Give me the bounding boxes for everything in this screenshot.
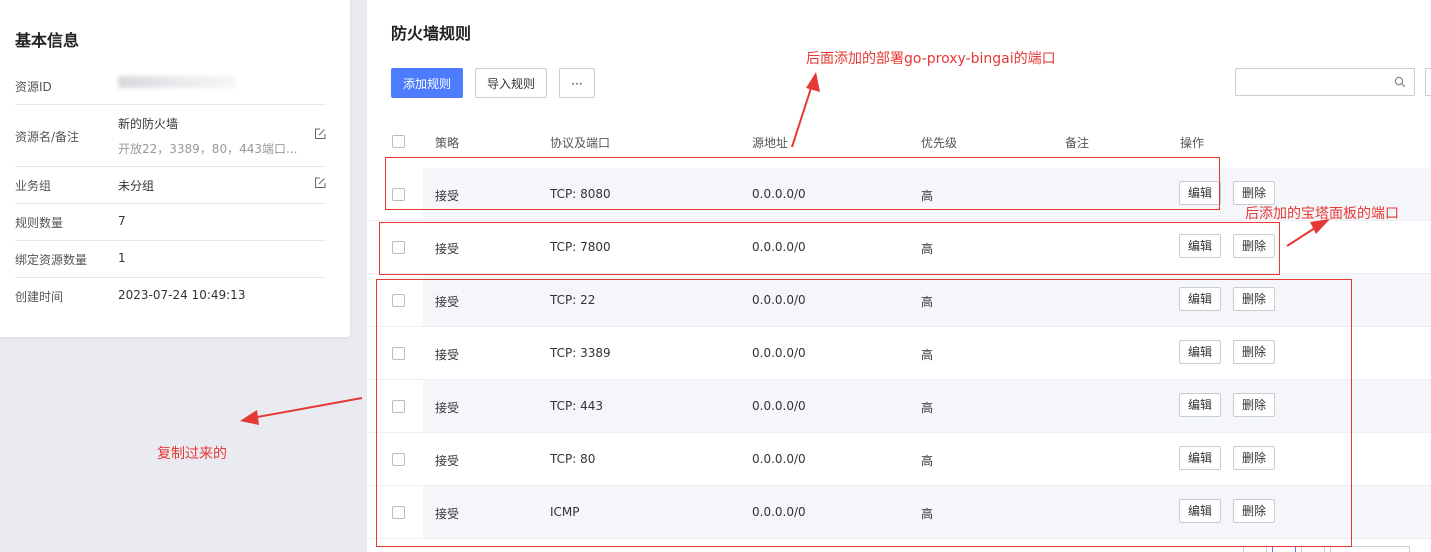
resource-id-blurred	[118, 76, 236, 88]
column-header-source: 源地址	[752, 136, 789, 150]
column-header-actions: 操作	[1180, 136, 1205, 150]
info-row-bound-resources: 绑定资源数量 1	[15, 240, 326, 278]
info-value: 新的防火墙	[118, 117, 179, 131]
firewall-rules-title: 防火墙规则	[391, 24, 472, 43]
info-key: 资源名/备注	[15, 130, 80, 144]
info-key: 创建时间	[15, 290, 64, 304]
search-input[interactable]	[1235, 68, 1415, 96]
info-row-resource-name: 资源名/备注 新的防火墙 开放22，3389，80，443端口...	[15, 104, 326, 167]
info-key: 绑定资源数量	[15, 253, 88, 267]
annotation-box-new-panel-port	[379, 222, 1280, 275]
annotation-arrow-left	[240, 397, 363, 425]
info-value: 2023-07-24 10:49:13	[118, 288, 246, 302]
column-header-policy: 策略	[435, 136, 460, 150]
delete-button[interactable]: 删除	[1233, 181, 1275, 205]
info-sub-value: 开放22，3389，80，443端口...	[118, 142, 298, 156]
info-row-rule-count: 规则数量 7	[15, 203, 326, 241]
annotation-box-copied-rules	[376, 279, 1352, 547]
search-icon[interactable]	[1394, 76, 1406, 88]
select-all-checkbox[interactable]	[392, 135, 405, 148]
info-value: 1	[118, 251, 126, 265]
info-value: 未分组	[118, 179, 155, 193]
info-key: 资源ID	[15, 80, 52, 94]
annotation-box-new-proxy-port	[385, 157, 1220, 210]
annotation-text-panel-port: 后添加的宝塔面板的端口	[1245, 206, 1399, 222]
column-header-note: 备注	[1065, 136, 1090, 150]
info-row-created-time: 创建时间 2023-07-24 10:49:13	[15, 277, 326, 314]
edit-icon[interactable]	[314, 128, 326, 140]
filter-button-edge[interactable]	[1425, 68, 1431, 96]
table-header: 策略 协议及端口 源地址 优先级 备注 操作	[367, 130, 1431, 154]
annotation-text-copied: 复制过来的	[157, 446, 227, 462]
column-header-protocol-port: 协议及端口	[550, 136, 611, 150]
info-key: 业务组	[15, 179, 52, 193]
more-actions-button[interactable]: ···	[559, 68, 595, 98]
info-row-business-group: 业务组 未分组	[15, 166, 326, 204]
info-key: 规则数量	[15, 216, 64, 230]
info-row-resource-id: 资源ID	[15, 68, 326, 105]
basic-info-card: 基本信息 资源ID 资源名/备注 新的防火墙 开放22，3389，80，443端…	[0, 0, 350, 337]
info-value: 7	[118, 214, 126, 228]
edit-icon[interactable]	[314, 177, 326, 189]
basic-info-title: 基本信息	[15, 31, 80, 50]
import-rules-button[interactable]: 导入规则	[475, 68, 547, 98]
add-rule-button[interactable]: 添加规则	[391, 68, 463, 98]
column-header-priority: 优先级	[921, 136, 958, 150]
annotation-text-proxy-port: 后面添加的部署go-proxy-bingai的端口	[806, 51, 1056, 67]
